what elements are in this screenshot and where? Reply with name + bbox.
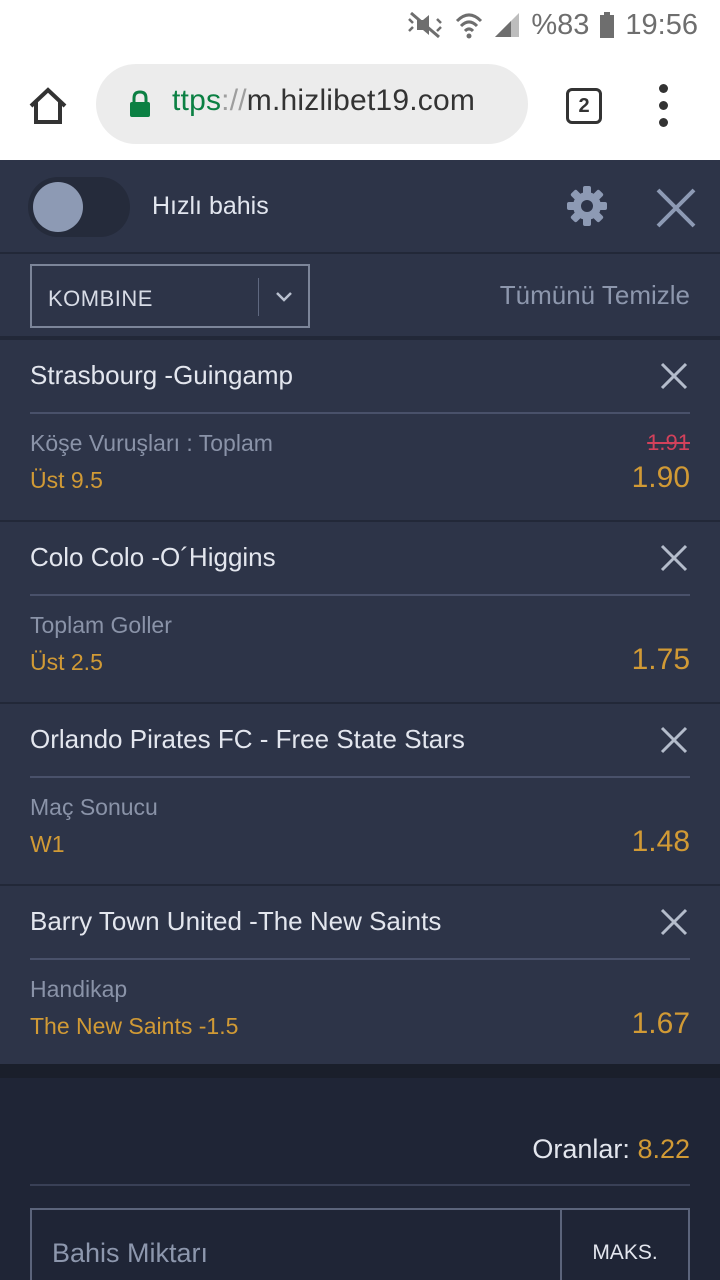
previous-odd: 1.91: [647, 430, 690, 455]
selection: Üst 2.5: [30, 649, 103, 675]
remove-bet-icon[interactable]: [660, 362, 688, 390]
bet-item: Strasbourg -Guingamp Köşe Vuruşları : To…: [0, 338, 720, 518]
gear-icon[interactable]: [566, 185, 608, 227]
quick-bet-toggle[interactable]: [28, 177, 130, 237]
divider: [30, 776, 690, 778]
bet-item: Barry Town United -The New Saints Handik…: [0, 884, 720, 1064]
address-bar[interactable]: ttps://m.hizlibet19.com: [96, 64, 528, 144]
mute-icon: [405, 10, 445, 40]
url-text[interactable]: ttps://m.hizlibet19.com: [172, 84, 475, 118]
total-odds-label: Oranlar:: [532, 1134, 630, 1164]
quick-bet-label: Hızlı bahis: [152, 192, 269, 220]
match-title: Barry Town United -The New Saints: [30, 906, 442, 936]
match-title: Colo Colo -O´Higgins: [30, 542, 276, 572]
more-menu-icon[interactable]: [654, 84, 674, 128]
market-name: Toplam Goller: [30, 612, 172, 638]
toggle-knob: [33, 182, 83, 232]
remove-bet-icon[interactable]: [660, 908, 688, 936]
max-stake-button[interactable]: MAKS.: [560, 1208, 690, 1280]
selection: The New Saints -1.5: [30, 1013, 239, 1039]
match-title: Strasbourg -Guingamp: [30, 360, 294, 390]
bet-item: Orlando Pirates FC - Free State Stars Ma…: [0, 702, 720, 882]
betslip-footer: Oranlar: 8.22 MAKS.: [0, 1078, 720, 1280]
url-protocol: ttps: [172, 84, 222, 117]
remove-bet-icon[interactable]: [660, 726, 688, 754]
odd-value: 1.48: [631, 825, 690, 858]
odd-value: 1.90: [631, 461, 690, 494]
total-odds-value: 8.22: [637, 1134, 690, 1164]
betslip-controls: KOMBINE Tümünü Temizle: [0, 256, 720, 338]
lock-icon: [128, 90, 152, 118]
odd-value: 1.67: [631, 1007, 690, 1040]
odd-value: 1.75: [631, 643, 690, 676]
market-name: Köşe Vuruşları : Toplam: [30, 430, 273, 456]
status-bar: %83 19:56: [0, 0, 720, 50]
browser-toolbar: ttps://m.hizlibet19.com 2: [0, 50, 720, 160]
betslip-header: Hızlı bahis: [0, 160, 720, 254]
market-name: Handikap: [30, 976, 128, 1002]
selection: W1: [30, 831, 65, 857]
match-title: Orlando Pirates FC - Free State Stars: [30, 724, 465, 754]
remove-bet-icon[interactable]: [660, 544, 688, 572]
select-divider: [258, 278, 259, 316]
selection: Üst 9.5: [30, 467, 103, 493]
close-icon[interactable]: [654, 186, 698, 230]
total-odds: Oranlar: 8.22: [532, 1134, 690, 1165]
market-name: Maç Sonucu: [30, 794, 158, 820]
footer-divider: [0, 1064, 720, 1078]
home-icon[interactable]: [26, 84, 70, 128]
url-host: m.hizlibet19.com: [246, 84, 476, 117]
stake-input[interactable]: [30, 1208, 560, 1280]
divider: [30, 958, 690, 960]
clear-all-button[interactable]: Tümünü Temizle: [500, 280, 690, 311]
clock: 19:56: [625, 8, 698, 41]
bet-item: Colo Colo -O´Higgins Toplam Goller Üst 2…: [0, 520, 720, 700]
signal-icon: [493, 11, 521, 39]
tab-switcher-button[interactable]: 2: [566, 88, 602, 124]
wifi-icon: [455, 11, 483, 39]
chevron-down-icon: [274, 286, 294, 306]
bet-type-value: KOMBINE: [48, 286, 153, 311]
divider: [30, 1184, 690, 1186]
bet-type-select[interactable]: KOMBINE: [30, 264, 310, 328]
divider: [30, 594, 690, 596]
divider: [30, 412, 690, 414]
battery-percent: %83: [531, 8, 590, 41]
battery-icon: [599, 12, 615, 38]
url-separator: ://: [221, 84, 247, 117]
